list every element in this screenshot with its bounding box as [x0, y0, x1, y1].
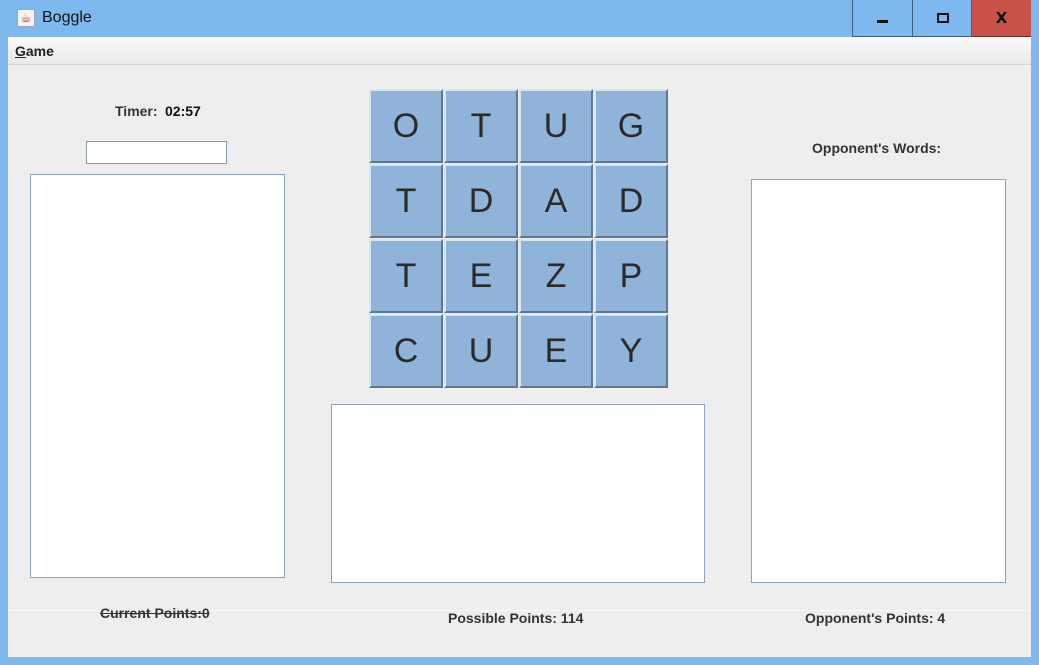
title-bar[interactable]: ☕ Boggle X [0, 0, 1039, 37]
menu-bar: Game [8, 37, 1031, 65]
window-title: Boggle [42, 9, 92, 26]
board-tile-r3c2[interactable]: E [444, 239, 518, 313]
board-tile-r3c1[interactable]: T [369, 239, 443, 313]
maximize-button[interactable] [912, 0, 972, 37]
java-cup-icon[interactable]: ☕ [17, 9, 35, 27]
boggle-window: ☕ Boggle X Game Timer: 02:57 O T U G T D… [0, 0, 1039, 665]
message-area[interactable] [331, 404, 705, 583]
board-tile-r1c4[interactable]: G [594, 89, 668, 163]
board-tile-r4c4[interactable]: Y [594, 314, 668, 388]
board-tile-r2c1[interactable]: T [369, 164, 443, 238]
board-tile-r2c2[interactable]: D [444, 164, 518, 238]
word-entry-input[interactable] [86, 141, 227, 164]
timer-label: Timer: [115, 103, 158, 119]
menu-game[interactable]: Game [15, 43, 54, 59]
board-tile-r1c3[interactable]: U [519, 89, 593, 163]
board-tile-r2c4[interactable]: D [594, 164, 668, 238]
board-tile-r3c4[interactable]: P [594, 239, 668, 313]
maximize-icon [936, 13, 949, 23]
close-button[interactable]: X [971, 0, 1031, 37]
found-words-list[interactable] [30, 174, 285, 578]
minimize-button[interactable] [852, 0, 912, 37]
timer-value: 02:57 [165, 103, 201, 119]
opponent-points-label: Opponent's Points: 4 [805, 610, 946, 626]
board-tile-r1c2[interactable]: T [444, 89, 518, 163]
board-tile-r4c1[interactable]: C [369, 314, 443, 388]
minimize-icon [877, 19, 888, 23]
board-tile-r3c3[interactable]: Z [519, 239, 593, 313]
possible-points-label: Possible Points: 114 [448, 610, 584, 626]
game-panel: Game Timer: 02:57 O T U G T D A D T E Z … [8, 37, 1031, 657]
board-tile-r1c1[interactable]: O [369, 89, 443, 163]
board-tile-r4c2[interactable]: U [444, 314, 518, 388]
board-tile-r4c3[interactable]: E [519, 314, 593, 388]
opponent-words-list[interactable] [751, 179, 1006, 583]
board-tile-r2c3[interactable]: A [519, 164, 593, 238]
opponent-words-label: Opponent's Words: [812, 140, 942, 156]
current-points-label: Current Points:0 [100, 605, 210, 621]
close-icon: X [995, 9, 1008, 27]
letter-board: O T U G T D A D T E Z P C U E Y [369, 89, 669, 389]
